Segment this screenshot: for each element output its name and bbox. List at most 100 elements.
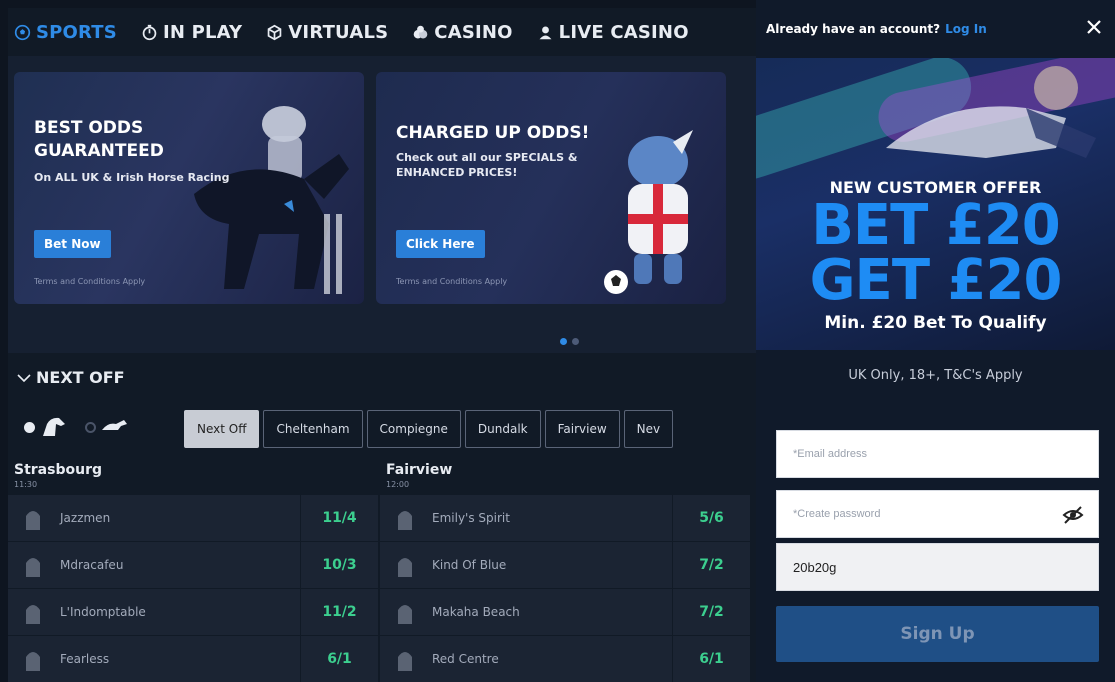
runner-row: Red Centre 6/1 bbox=[380, 636, 750, 682]
odds-button[interactable]: 6/1 bbox=[672, 636, 750, 682]
runner-row: Emily's Spirit 5/6 bbox=[380, 495, 750, 542]
jockey-silk-icon bbox=[398, 652, 412, 671]
cube-icon bbox=[267, 24, 282, 40]
nav-virtuals-label: VIRTUALS bbox=[288, 21, 389, 43]
promo-card-best-odds[interactable]: BEST ODDS GUARANTEED On ALL UK & Irish H… bbox=[14, 72, 364, 304]
dealer-icon bbox=[539, 26, 552, 39]
runner-name: Makaha Beach bbox=[432, 605, 520, 619]
meeting-tabs: Next Off Cheltenham Compiegne Dundalk Fa… bbox=[184, 410, 674, 448]
meeting-card-fairview: Fairview 12:00 Emily's Spirit 5/6 Kind O… bbox=[380, 462, 750, 682]
tab-cheltenham[interactable]: Cheltenham bbox=[263, 410, 363, 448]
runner-row: Kind Of Blue 7/2 bbox=[380, 542, 750, 589]
next-off-title: NEXT OFF bbox=[36, 368, 125, 387]
jockey-silk-icon bbox=[26, 558, 40, 577]
tab-nev[interactable]: Nev bbox=[623, 410, 674, 448]
click-here-button[interactable]: Click Here bbox=[396, 230, 485, 258]
meeting-card-strasbourg: Strasbourg 11:30 Jazzmen 11/4 Mdracafeu … bbox=[8, 462, 378, 682]
race-type-filter bbox=[24, 416, 128, 438]
login-link[interactable]: Log In bbox=[945, 22, 987, 36]
runner-list: Emily's Spirit 5/6 Kind Of Blue 7/2 Maka… bbox=[380, 495, 750, 682]
chevron-down-icon bbox=[17, 373, 31, 382]
nav-virtuals[interactable]: VIRTUALS bbox=[266, 22, 388, 43]
carousel-dot[interactable] bbox=[560, 338, 567, 345]
soccer-ball-icon bbox=[14, 24, 31, 40]
runner-name: Kind Of Blue bbox=[432, 558, 507, 572]
odds-button[interactable]: 5/6 bbox=[672, 495, 750, 541]
runner-row: Jazzmen 11/4 bbox=[8, 495, 378, 542]
tab-dundalk[interactable]: Dundalk bbox=[464, 410, 541, 448]
odds-button[interactable]: 7/2 bbox=[672, 542, 750, 588]
filter-horse-racing[interactable] bbox=[24, 416, 67, 438]
runner-name: Jazzmen bbox=[60, 511, 111, 525]
eye-slash-icon[interactable] bbox=[1062, 504, 1084, 526]
promo-code-input[interactable] bbox=[777, 544, 1098, 590]
promo-title: CHARGED UP ODDS! bbox=[396, 123, 590, 143]
email-input[interactable] bbox=[777, 431, 1098, 477]
promo-subtitle: On ALL UK & Irish Horse Racing bbox=[34, 171, 230, 184]
jockey-silk-icon bbox=[398, 605, 412, 624]
odds-button[interactable]: 6/1 bbox=[300, 636, 378, 682]
offer-bet-amount: BET £20 bbox=[811, 193, 1061, 258]
nav-in-play-label: IN PLAY bbox=[162, 21, 243, 43]
footballer-image bbox=[886, 66, 1096, 158]
jockey-silk-icon bbox=[26, 652, 40, 671]
nav-casino-label: CASINO bbox=[434, 21, 513, 43]
odds-button[interactable]: 7/2 bbox=[672, 589, 750, 635]
nav-sports-label: SPORTS bbox=[36, 21, 117, 43]
sign-up-button[interactable]: Sign Up bbox=[776, 606, 1099, 662]
tab-next-off[interactable]: Next Off bbox=[184, 410, 260, 448]
filter-greyhounds[interactable] bbox=[85, 416, 128, 438]
password-field[interactable] bbox=[776, 490, 1099, 538]
nav-sports[interactable]: SPORTS bbox=[14, 22, 117, 43]
runner-name: Red Centre bbox=[432, 652, 499, 666]
nav-live-casino[interactable]: LIVE CASINO bbox=[537, 22, 689, 43]
password-input[interactable] bbox=[777, 491, 1098, 537]
have-account-text: Already have an account? bbox=[766, 22, 941, 36]
odds-button[interactable]: 11/4 bbox=[300, 495, 378, 541]
nav-in-play[interactable]: IN PLAY bbox=[141, 22, 242, 43]
runner-row: Fearless 6/1 bbox=[8, 636, 378, 682]
runner-list: Jazzmen 11/4 Mdracafeu 10/3 L'Indomptabl… bbox=[8, 495, 378, 682]
tab-compiegne[interactable]: Compiegne bbox=[366, 410, 461, 448]
runner-name: Emily's Spirit bbox=[432, 511, 510, 525]
jockey-silk-icon bbox=[398, 511, 412, 530]
odds-button[interactable]: 11/2 bbox=[300, 589, 378, 635]
promo-title: BEST ODDS GUARANTEED bbox=[34, 118, 164, 161]
promo-card-charged-up-odds[interactable]: CHARGED UP ODDS! Check out all our SPECI… bbox=[376, 72, 726, 304]
promo-terms: Terms and Conditions Apply bbox=[34, 277, 146, 286]
stopwatch-icon bbox=[142, 24, 157, 40]
odds-button[interactable]: 10/3 bbox=[300, 542, 378, 588]
runner-row: Makaha Beach 7/2 bbox=[380, 589, 750, 636]
horse-head-icon bbox=[43, 417, 65, 436]
jockey-silk-icon bbox=[26, 605, 40, 624]
meeting-time: 12:00 bbox=[386, 480, 410, 489]
new-customer-offer-banner: NEW CUSTOMER OFFER BET £20 GET £20 Min. … bbox=[756, 58, 1115, 350]
next-off-section-toggle[interactable]: NEXT OFF bbox=[16, 368, 125, 387]
meeting-name[interactable]: Fairview bbox=[380, 462, 750, 478]
runner-name: Mdracafeu bbox=[60, 558, 124, 572]
promo-terms: Terms and Conditions Apply bbox=[396, 277, 508, 286]
promo-code-field[interactable] bbox=[776, 543, 1099, 591]
bet-now-button[interactable]: Bet Now bbox=[34, 230, 111, 258]
nav-casino[interactable]: CASINO bbox=[412, 22, 512, 43]
radio-selected[interactable] bbox=[24, 421, 35, 433]
carousel-dots bbox=[560, 338, 579, 345]
meeting-time: 11:30 bbox=[14, 480, 38, 489]
rhino-mascot-image bbox=[604, 130, 693, 294]
runner-name: Fearless bbox=[60, 652, 110, 666]
promo-subtitle: Check out all our SPECIALS & ENHANCED PR… bbox=[396, 151, 578, 179]
close-icon[interactable] bbox=[1085, 18, 1103, 36]
carousel-dot[interactable] bbox=[572, 338, 579, 345]
runner-row: Mdracafeu 10/3 bbox=[8, 542, 378, 589]
offer-terms: UK Only, 18+, T&C's Apply bbox=[848, 368, 1023, 383]
offer-min-bet: Min. £20 Bet To Qualify bbox=[824, 313, 1047, 333]
email-field[interactable] bbox=[776, 430, 1099, 478]
jockey-silk-icon bbox=[26, 511, 40, 530]
jockey-silk-icon bbox=[398, 558, 412, 577]
offer-get-amount: GET £20 bbox=[809, 248, 1063, 313]
promo-carousel: BEST ODDS GUARANTEED On ALL UK & Irish H… bbox=[8, 56, 756, 353]
signup-panel: Already have an account? Log In NEW CUST… bbox=[756, 0, 1115, 682]
meeting-name[interactable]: Strasbourg bbox=[8, 462, 378, 478]
tab-fairview[interactable]: Fairview bbox=[544, 410, 620, 448]
radio-unselected[interactable] bbox=[85, 421, 96, 433]
